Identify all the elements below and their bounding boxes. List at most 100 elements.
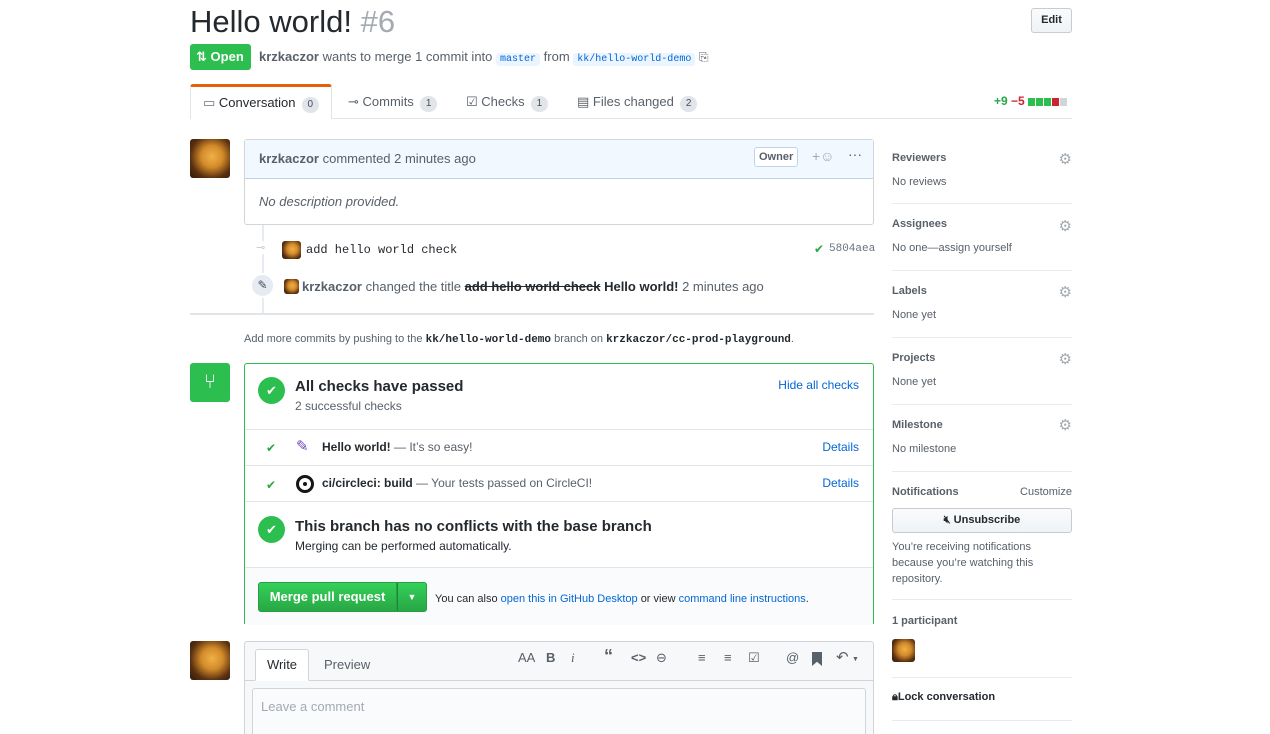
kebab-menu-icon[interactable]: ··· xyxy=(848,146,862,162)
git-commit-icon: ⊸ xyxy=(256,241,266,254)
unsubscribe-label: Unsubscribe xyxy=(953,514,1021,526)
avatar[interactable] xyxy=(892,639,915,662)
gear-icon[interactable]: ⚙ xyxy=(1059,350,1072,368)
tab-label: Commits xyxy=(362,94,414,109)
title-change-text: krzkaczor changed the title add hello wo… xyxy=(302,279,764,294)
check-icon: ✔ xyxy=(266,441,277,455)
title-change-author[interactable]: krzkaczor xyxy=(302,279,362,294)
edit-button[interactable]: Edit xyxy=(1031,8,1072,33)
notifications-reason: You’re receiving notifications because y… xyxy=(892,541,1034,585)
merge-also-text: You can also xyxy=(435,593,498,605)
assignees-label[interactable]: Assignees xyxy=(892,218,947,230)
sidebar-lock: 🔒︎Lock conversation xyxy=(892,678,1072,721)
mention-icon[interactable]: @ xyxy=(786,650,799,665)
reply-icon[interactable]: ↶ xyxy=(836,648,849,666)
preview-tab[interactable]: Preview xyxy=(324,657,370,672)
gear-icon[interactable]: ⚙ xyxy=(1059,283,1072,301)
push-hint-repo: krzkaczor/cc-prod-playground xyxy=(606,334,791,346)
check-row: ✔ ✎ Hello world! — It’s so easy! Details xyxy=(245,429,873,465)
reviewers-label[interactable]: Reviewers xyxy=(892,152,946,164)
ordered-list-icon[interactable]: ≡ xyxy=(724,650,732,665)
merge-dropdown-button[interactable]: ▼ xyxy=(397,582,427,612)
title-change-time[interactable]: 2 minutes ago xyxy=(682,279,764,294)
base-branch[interactable]: master xyxy=(496,53,541,66)
state-badge: ⇅ Open xyxy=(190,44,251,70)
check-details-link[interactable]: Details xyxy=(822,476,859,490)
push-hint: Add more commits by pushing to the kk/he… xyxy=(244,333,794,346)
comment-meta[interactable]: commented 2 minutes ago xyxy=(323,151,476,166)
clipboard-icon[interactable]: ⎘ xyxy=(699,50,709,64)
avatar[interactable] xyxy=(190,139,230,178)
mute-icon: 🔇︎ xyxy=(943,514,951,526)
file-diff-icon: ▤ xyxy=(577,94,590,109)
quote-icon[interactable]: “ xyxy=(604,646,613,667)
check-row-text: ci/circleci: build — Your tests passed o… xyxy=(322,476,592,490)
tab-commits[interactable]: ⊸ Commits 1 xyxy=(348,94,438,112)
tab-checks[interactable]: ☑ Checks 1 xyxy=(466,94,549,112)
comment-author[interactable]: krzkaczor xyxy=(259,151,319,166)
task-list-icon[interactable]: ☑ xyxy=(748,650,760,666)
check-desc: — Your tests passed on CircleCI! xyxy=(416,476,593,490)
code-icon[interactable]: <> xyxy=(631,650,646,665)
sidebar-labels: Labels ⚙ None yet xyxy=(892,271,1072,338)
write-tab[interactable]: Write xyxy=(255,649,309,681)
head-branch[interactable]: kk/hello-world-demo xyxy=(573,53,696,66)
check-row: ✔ ci/circleci: build — Your tests passed… xyxy=(245,465,873,501)
circleci-icon xyxy=(296,475,314,493)
unsubscribe-button[interactable]: 🔇︎ Unsubscribe xyxy=(892,508,1072,533)
lock-conversation-link[interactable]: 🔒︎Lock conversation xyxy=(892,691,995,704)
triangle-down-icon: ▼ xyxy=(407,592,417,602)
assignees-value[interactable]: No one—assign yourself xyxy=(892,242,1012,254)
state-label: Open xyxy=(210,49,244,64)
github-desktop-link[interactable]: open this in GitHub Desktop xyxy=(501,593,638,605)
avatar[interactable] xyxy=(284,279,299,294)
push-hint-prefix: Add more commits by pushing to the xyxy=(244,333,423,345)
merge-pull-request-button[interactable]: Merge pull request xyxy=(258,582,397,612)
unordered-list-icon[interactable]: ≡ xyxy=(698,650,706,665)
tab-label: Files changed xyxy=(592,94,674,109)
gear-icon[interactable]: ⚙ xyxy=(1059,416,1072,434)
checks-title: All checks have passed xyxy=(295,378,464,395)
commit-item: ⊸ add hello world check ✔ 5804aea xyxy=(244,240,875,260)
tab-conversation[interactable]: ▭ Conversation 0 xyxy=(190,84,332,119)
comment-discussion-icon: ▭ xyxy=(203,95,216,110)
milestone-label[interactable]: Milestone xyxy=(892,419,943,431)
tab-label: Conversation xyxy=(218,95,296,110)
merge-text: wants to merge 1 commit into xyxy=(322,49,493,64)
diffstat-removed: −5 xyxy=(1011,94,1025,108)
gear-icon[interactable]: ⚙ xyxy=(1059,217,1072,235)
check-circle-icon: ✔ xyxy=(258,377,285,404)
check-details-link[interactable]: Details xyxy=(822,440,859,454)
pr-title-text: Hello world! xyxy=(190,4,352,39)
new-title: Hello world! xyxy=(604,279,679,294)
author-link[interactable]: krzkaczor xyxy=(259,49,319,64)
tab-files-changed[interactable]: ▤ Files changed 2 xyxy=(577,94,698,112)
sidebar-notifications: Notifications Customize 🔇︎ Unsubscribe Y… xyxy=(892,472,1072,600)
from-text: from xyxy=(543,49,570,64)
commit-sha[interactable]: 5804aea xyxy=(829,243,875,255)
old-title: add hello world check xyxy=(464,279,601,294)
gear-icon[interactable]: ⚙ xyxy=(1059,150,1072,168)
pencil-icon: ✎ xyxy=(250,273,275,298)
bold-icon[interactable]: B xyxy=(546,650,555,665)
chevron-down-icon[interactable]: ▼ xyxy=(852,656,859,663)
text-size-icon[interactable]: AA xyxy=(518,650,535,665)
lock-label: Lock conversation xyxy=(897,691,996,703)
commit-message[interactable]: add hello world check xyxy=(306,243,457,257)
customize-link[interactable]: Customize xyxy=(1020,486,1072,498)
command-line-link[interactable]: command line instructions xyxy=(679,593,806,605)
projects-label[interactable]: Projects xyxy=(892,352,935,364)
labels-label[interactable]: Labels xyxy=(892,285,927,297)
add-reaction-icon[interactable]: +☺ xyxy=(812,148,834,164)
reviewers-value: No reviews xyxy=(892,176,947,188)
italic-icon[interactable]: i xyxy=(571,650,575,666)
avatar[interactable] xyxy=(190,641,230,680)
labels-value: None yet xyxy=(892,309,937,321)
conflicts-subtitle: Merging can be performed automatically. xyxy=(295,539,512,553)
tab-label: Checks xyxy=(481,94,525,109)
avatar[interactable] xyxy=(282,241,301,259)
comment-textarea[interactable]: Leave a comment xyxy=(252,688,866,734)
check-icon: ✔ xyxy=(814,242,825,256)
link-icon[interactable]: ⊖ xyxy=(656,650,667,666)
hide-checks-link[interactable]: Hide all checks xyxy=(778,378,859,392)
